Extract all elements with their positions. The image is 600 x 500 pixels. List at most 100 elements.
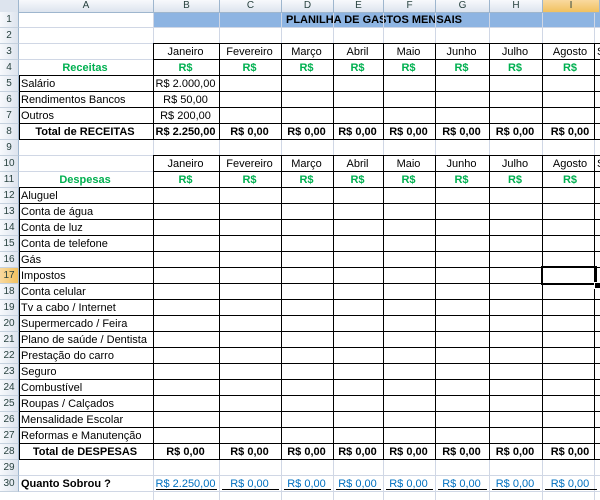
currency-header: R$: [562, 62, 578, 74]
row-header[interactable]: 8: [0, 124, 19, 140]
total-despesas-value: R$ 0,00: [389, 446, 428, 458]
month-header: Abril: [346, 46, 369, 58]
row-header[interactable]: 14: [0, 220, 19, 236]
column-header-h[interactable]: H: [490, 0, 543, 12]
table-border: [19, 299, 600, 300]
row-header[interactable]: 29: [0, 460, 19, 476]
table-border: [19, 139, 600, 140]
total-receitas-value: R$ 0,00: [495, 126, 535, 138]
table-border: [219, 155, 220, 460]
receita-name: Salário: [21, 78, 56, 90]
row-header[interactable]: 13: [0, 204, 19, 220]
row-header[interactable]: 30: [0, 476, 19, 492]
despesa-name: Seguro: [21, 366, 57, 378]
table-border: [19, 251, 600, 252]
row-header[interactable]: 18: [0, 284, 19, 300]
month-header: Julho: [501, 46, 529, 58]
fill-handle[interactable]: [594, 282, 600, 289]
row-header[interactable]: 17: [0, 268, 19, 284]
despesa-name: Supermercado / Feira: [21, 318, 128, 330]
table-border: [19, 203, 600, 204]
currency-header: R$: [350, 174, 365, 186]
quanto-sobrou-value: R$ 0,00: [230, 478, 269, 490]
despesa-name: Gás: [21, 254, 42, 266]
row-header[interactable]: 16: [0, 252, 19, 268]
month-header: Junho: [446, 158, 477, 170]
table-border: [154, 171, 600, 172]
row-header[interactable]: 25: [0, 396, 19, 412]
column-header-d[interactable]: D: [282, 0, 334, 12]
row-header[interactable]: 9: [0, 140, 19, 156]
row-header[interactable]: 24: [0, 380, 19, 396]
row-header[interactable]: 15: [0, 236, 19, 252]
column-header-b[interactable]: B: [154, 0, 220, 12]
despesa-name: Plano de saúde / Dentista: [21, 334, 147, 346]
despesa-name: Conta de luz: [21, 222, 83, 234]
row-header[interactable]: 26: [0, 412, 19, 428]
column-header-g[interactable]: G: [436, 0, 490, 12]
row-header[interactable]: 5: [0, 76, 19, 92]
currency-header: R$: [299, 174, 314, 186]
despesa-name: Roupas / Calçados: [21, 398, 114, 410]
currency-header: R$: [350, 62, 365, 74]
total-receitas-value: R$ 0,00: [550, 126, 590, 138]
row-header[interactable]: 12: [0, 188, 19, 204]
table-border: [154, 43, 600, 44]
month-header: Março: [291, 46, 322, 58]
row-header[interactable]: 7: [0, 108, 19, 124]
table-border: [154, 155, 600, 156]
row-header[interactable]: 21: [0, 332, 19, 348]
table-border: [154, 59, 600, 60]
select-all-corner[interactable]: [0, 0, 19, 12]
month-header: S: [595, 157, 600, 171]
row-header[interactable]: 19: [0, 300, 19, 316]
table-border: [19, 187, 600, 188]
quanto-sobrou-value: R$ 0,00: [442, 478, 481, 490]
month-header: Agosto: [552, 46, 588, 58]
table-border: [333, 155, 334, 460]
month-header: Junho: [446, 46, 477, 58]
total-despesas-value: R$ 0,00: [338, 446, 377, 458]
active-cell[interactable]: [541, 266, 597, 285]
row-header[interactable]: 27: [0, 428, 19, 444]
row-header[interactable]: 6: [0, 92, 19, 108]
row-header[interactable]: 4: [0, 60, 19, 76]
table-border: [19, 363, 600, 364]
quanto-sobrou-value: R$ 0,00: [389, 478, 428, 490]
currency-header: R$: [507, 62, 523, 74]
column-header-i[interactable]: I: [543, 0, 600, 12]
row-header[interactable]: 20: [0, 316, 19, 332]
row-header[interactable]: 11: [0, 172, 19, 188]
month-header: Agosto: [552, 158, 588, 170]
row-header[interactable]: 10: [0, 156, 19, 172]
currency-header: R$: [507, 174, 523, 186]
table-border: [19, 331, 600, 332]
receita-name: Rendimentos Bancos: [21, 94, 126, 106]
total-receitas-value: R$ 2.250,00: [155, 126, 216, 138]
row-header[interactable]: 2: [0, 28, 19, 44]
currency-header: R$: [299, 62, 314, 74]
month-header: Fevereiro: [226, 158, 273, 170]
table-border: [19, 267, 600, 268]
table-border: [594, 155, 595, 460]
month-header: Maio: [396, 158, 421, 170]
spreadsheet[interactable]: PLANILHA DE GASTOS MENSAIS Janeiro Feverei…: [0, 0, 600, 500]
table-border: [19, 75, 600, 76]
currency-header: R$: [454, 174, 469, 186]
column-header-e[interactable]: E: [334, 0, 384, 12]
currency-header: R$: [242, 174, 257, 186]
row-header[interactable]: 3: [0, 44, 19, 60]
row-header[interactable]: 1: [0, 12, 19, 28]
total-despesas-value: R$ 0,00: [442, 446, 481, 458]
month-header: Janeiro: [167, 46, 204, 58]
table-border: [19, 235, 600, 236]
row-header[interactable]: 23: [0, 364, 19, 380]
table-border: [542, 155, 543, 460]
despesa-name: Reformas e Manutenção: [21, 430, 142, 442]
column-header-c[interactable]: C: [220, 0, 282, 12]
column-header-f[interactable]: F: [384, 0, 436, 12]
row-header[interactable]: 28: [0, 444, 19, 460]
row-header[interactable]: 22: [0, 348, 19, 364]
receita-value: R$ 2.000,00: [155, 78, 216, 90]
column-header-a[interactable]: A: [19, 0, 154, 12]
